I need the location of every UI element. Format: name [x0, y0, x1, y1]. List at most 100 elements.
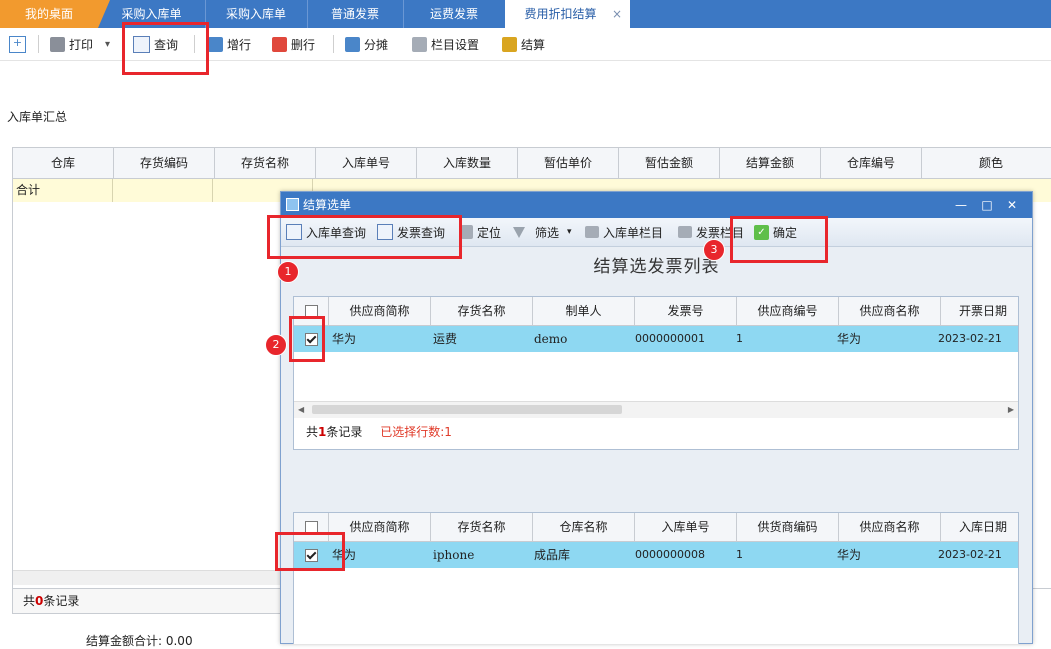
highlight-receipt-checkbox	[275, 532, 345, 571]
column-header[interactable]: 发票号	[635, 297, 737, 325]
tab-freight-invoice[interactable]: 运费发票	[403, 0, 506, 28]
scroll-left-icon[interactable]: ◀	[298, 402, 304, 418]
summary-label: 合计	[13, 179, 113, 202]
locate-icon	[461, 225, 473, 239]
column-header[interactable]: 供应商名称	[839, 297, 941, 325]
column-header[interactable]: 结算金额	[720, 148, 821, 178]
cell: demo	[534, 332, 568, 346]
horizontal-scrollbar[interactable]	[13, 570, 293, 585]
column-header[interactable]: 供应商编号	[737, 297, 839, 325]
column-header[interactable]: 颜色	[922, 148, 1051, 178]
receipt-list-panel: 供应商简称 存货名称 仓库名称 入库单号 供货商编码 供应商名称 入库日期 华为…	[293, 512, 1019, 644]
footer-prefix: 共	[23, 594, 36, 608]
step-badge-2: 2	[265, 334, 287, 356]
step-badge-1: 1	[277, 261, 299, 283]
chevron-down-icon[interactable]: ▾	[105, 39, 110, 50]
highlight-query-buttons	[267, 215, 462, 259]
cell: 运费	[433, 332, 458, 346]
table-row[interactable]: 华为 iphone 成品库 0000000008 1 华为 2023-02-21	[294, 542, 1018, 568]
horizontal-scrollbar[interactable]: ◀ ▶	[294, 401, 1018, 418]
cell: 2023-02-21	[938, 332, 1002, 345]
column-header[interactable]: 仓库编号	[821, 148, 922, 178]
close-icon[interactable]: ✕	[1002, 192, 1022, 218]
column-header[interactable]: 存货编码	[114, 148, 215, 178]
column-header[interactable]: 存货名称	[431, 513, 533, 541]
highlight-confirm-button	[730, 216, 828, 263]
column-settings-label: 栏目设置	[431, 37, 480, 52]
tab-purchase-receipt-2[interactable]: 采购入库单	[205, 0, 308, 28]
delete-row-icon	[272, 36, 287, 52]
column-header[interactable]: 供货商编码	[737, 513, 839, 541]
add-row-icon	[208, 36, 223, 52]
cell: 0000000008	[635, 548, 705, 561]
column-header[interactable]: 仓库名称	[533, 513, 635, 541]
highlight-query-button	[122, 22, 209, 75]
receipt-grid-header: 供应商简称 存货名称 仓库名称 入库单号 供货商编码 供应商名称 入库日期	[294, 513, 1018, 542]
column-header[interactable]: 入库日期	[941, 513, 1018, 541]
split-icon	[345, 36, 360, 52]
locate-label: 定位	[477, 225, 502, 240]
scroll-right-icon[interactable]: ▶	[1008, 402, 1014, 418]
filter-button[interactable]: 筛选 ▾	[513, 218, 572, 246]
column-header[interactable]: 入库单号	[635, 513, 737, 541]
grid-header: 仓库 存货编码 存货名称 入库单号 入库数量 暂估单价 暂估金额 结算金额 仓库…	[13, 148, 1051, 179]
split-button[interactable]: 分摊	[345, 28, 388, 60]
column-header[interactable]: 暂估单价	[518, 148, 619, 178]
cell: 华为	[332, 332, 357, 346]
invoice-grid-header: 供应商简称 存货名称 制单人 发票号 供应商编号 供应商名称 开票日期	[294, 297, 1018, 326]
add-row-label: 增行	[227, 37, 252, 52]
footer-prefix: 共	[306, 425, 319, 439]
settle-icon	[502, 36, 517, 52]
receipt-columns-label: 入库单栏目	[603, 225, 664, 240]
column-header[interactable]: 制单人	[533, 297, 635, 325]
highlight-invoice-checkbox	[289, 316, 325, 362]
column-header[interactable]: 入库数量	[417, 148, 518, 178]
grid-footer: 共0条记录	[12, 589, 282, 614]
locate-button[interactable]: 定位	[461, 218, 501, 246]
print-button[interactable]: 打印 ▾	[50, 28, 110, 60]
column-header[interactable]: 开票日期	[941, 297, 1018, 325]
step-badge-3: 3	[703, 239, 725, 261]
add-row-button[interactable]: 增行	[208, 28, 251, 60]
chevron-down-icon[interactable]: ▾	[567, 227, 572, 237]
plus-icon: +	[9, 35, 26, 53]
print-label: 打印	[69, 37, 94, 52]
tab-label: 费用折扣结算	[524, 7, 597, 21]
close-icon[interactable]: ×	[612, 0, 622, 28]
footer-suffix: 条记录	[43, 594, 80, 608]
table-row[interactable]: 华为 运费 demo 0000000001 1 华为 2023-02-21	[294, 326, 1018, 352]
cell: iphone	[433, 548, 475, 562]
maximize-icon[interactable]: □	[977, 192, 997, 218]
scrollbar-thumb[interactable]	[312, 405, 622, 414]
add-button[interactable]: +	[9, 28, 26, 60]
tab-desktop[interactable]: 我的桌面	[0, 0, 110, 28]
toolbar-divider	[333, 35, 334, 53]
column-settings-button[interactable]: 栏目设置	[412, 28, 479, 60]
filter-icon	[513, 226, 525, 238]
tab-expense-settlement[interactable]: 费用折扣结算 ×	[505, 0, 630, 28]
settle-button[interactable]: 结算	[502, 28, 545, 60]
column-header[interactable]: 入库单号	[316, 148, 417, 178]
column-header[interactable]: 存货名称	[431, 297, 533, 325]
delete-row-label: 删行	[291, 37, 316, 52]
filter-label: 筛选	[535, 225, 560, 240]
tab-normal-invoice[interactable]: 普通发票	[307, 0, 404, 28]
settle-label: 结算	[521, 37, 546, 52]
cell: 1	[736, 332, 743, 345]
delete-row-button[interactable]: 删行	[272, 28, 315, 60]
cell: 成品库	[534, 548, 571, 562]
settlement-total: 结算金额合计: 0.00	[86, 634, 193, 648]
section-title: 入库单汇总	[7, 110, 68, 124]
cell: 0000000001	[635, 332, 705, 345]
column-header[interactable]: 仓库	[13, 148, 114, 178]
summary-cell	[113, 179, 213, 202]
cell: 华为	[837, 332, 862, 346]
cell: 2023-02-21	[938, 548, 1002, 561]
receipt-columns-button[interactable]: 入库单栏目	[585, 218, 663, 246]
column-header[interactable]: 存货名称	[215, 148, 316, 178]
printer-icon	[50, 36, 65, 52]
minimize-icon[interactable]: —	[951, 192, 971, 218]
column-header[interactable]: 供应商名称	[839, 513, 941, 541]
column-header[interactable]: 供应商简称	[329, 297, 431, 325]
column-header[interactable]: 暂估金额	[619, 148, 720, 178]
